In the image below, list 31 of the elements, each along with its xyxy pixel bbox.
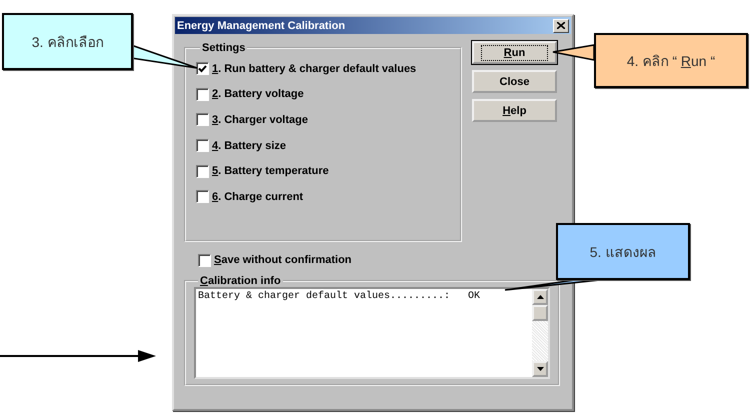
checkbox-label[interactable]: 5. Battery temperature: [212, 165, 329, 178]
window-title: Energy Management Calibration: [177, 20, 346, 32]
callout: 3. คลิกเลือก: [2, 13, 133, 70]
scroll-thumb[interactable]: [532, 305, 548, 321]
checkbox[interactable]: [196, 164, 209, 178]
checkbox[interactable]: [196, 88, 209, 101]
close-icon: [557, 22, 565, 29]
group-title: Settings: [201, 42, 246, 54]
scroll-down-icon[interactable]: [532, 361, 548, 377]
checkbox[interactable]: [196, 139, 209, 152]
checkbox-label[interactable]: 6. Charge current: [212, 190, 304, 203]
checkbox[interactable]: [196, 62, 209, 76]
callout-pointer: [552, 44, 595, 61]
scrollbar[interactable]: [532, 289, 548, 377]
checkbox-label[interactable]: 1. Run battery & charger default values: [212, 62, 416, 75]
dialog-button[interactable]: Close: [472, 70, 557, 93]
checkbox-label[interactable]: 4. Battery size: [212, 140, 286, 152]
window-close-button[interactable]: [553, 18, 569, 32]
checkbox-label[interactable]: 2. Battery voltage: [212, 88, 304, 100]
scroll-up-icon[interactable]: [532, 289, 548, 305]
group-title: Calibration info: [199, 275, 282, 287]
checkbox-label[interactable]: Save without confirmation: [214, 254, 352, 266]
checkbox-label[interactable]: 3. Charger voltage: [212, 114, 308, 126]
dialog-button[interactable]: Run: [472, 41, 557, 64]
output-line: Battery & charger default values.........: OK: [198, 291, 482, 302]
checkbox[interactable]: [196, 190, 209, 204]
checkbox[interactable]: [196, 113, 209, 126]
output-text-area[interactable]: Battery & charger default values.........: OK: [194, 287, 550, 379]
checkbox[interactable]: [198, 254, 211, 266]
dialog-button[interactable]: Help: [472, 99, 557, 122]
callout: 4. คลิก “ Run “: [594, 33, 748, 88]
